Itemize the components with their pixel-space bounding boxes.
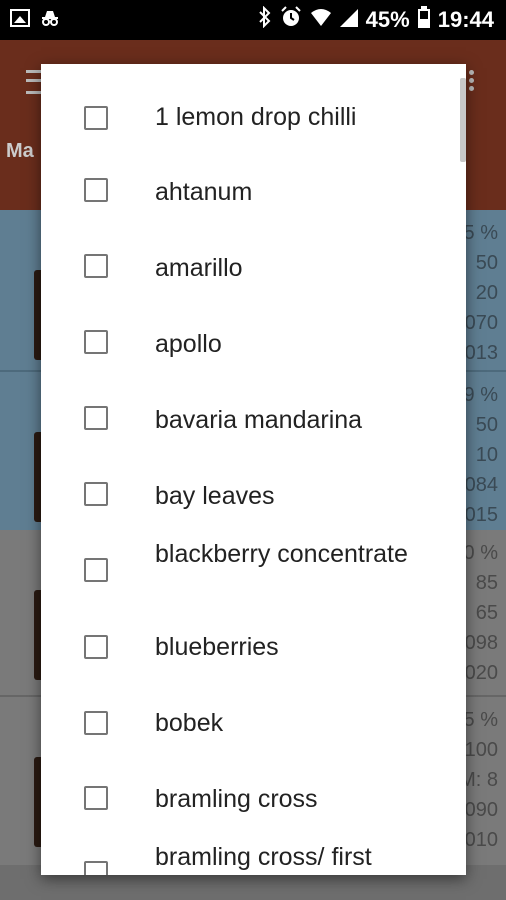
checkbox[interactable]: [84, 786, 108, 810]
checkbox[interactable]: [84, 711, 108, 735]
option-item[interactable]: blueberries: [41, 618, 466, 690]
overflow-menu-icon: [469, 70, 474, 75]
checkbox[interactable]: [84, 254, 108, 278]
option-label: blackberry concentrate: [155, 540, 408, 568]
toolbar-tab-text: Ma: [6, 140, 34, 162]
option-label: bramling cross: [155, 785, 318, 813]
option-label: apollo: [155, 330, 222, 358]
option-label: bavaria mandarina: [155, 406, 363, 434]
option-label: 1 lemon drop chilli: [155, 103, 357, 131]
option-item[interactable]: blackberry concentrate: [41, 538, 466, 618]
option-item[interactable]: bramling cross/ first: [41, 838, 466, 875]
option-item[interactable]: 1 lemon drop chilli: [41, 84, 466, 156]
checkbox[interactable]: [84, 558, 108, 582]
ingredient-select-dialog: 1 lemon drop chilli ahtanum amarillo apo…: [41, 64, 466, 875]
status-bar: 45% 19:44: [0, 0, 506, 40]
recipe-values: 5 % 50 20 070 013: [463, 222, 498, 364]
option-label: ahtanum: [155, 178, 253, 206]
status-right: 45% 19:44: [258, 5, 494, 34]
checkbox[interactable]: [84, 635, 108, 659]
recipe-values: 9 % 50 10 084 015: [463, 384, 498, 526]
clock: 19:44: [437, 7, 494, 32]
option-item[interactable]: amarillo: [41, 236, 466, 308]
battery-icon: [417, 6, 430, 34]
option-label: amarillo: [155, 254, 243, 282]
option-item[interactable]: bramling cross: [41, 770, 466, 842]
option-item[interactable]: bobek: [41, 694, 466, 766]
option-label: bramling cross/ first: [155, 843, 372, 871]
option-item[interactable]: ahtanum: [41, 160, 466, 232]
checkbox[interactable]: [84, 406, 108, 430]
recipe-values: 0 % 85 65 098 020: [463, 542, 498, 684]
wifi-icon: [310, 7, 332, 33]
battery-percent: 45%: [365, 7, 410, 32]
status-left: [10, 9, 60, 32]
incognito-icon: [40, 9, 60, 32]
checkbox[interactable]: [84, 482, 108, 506]
checkbox[interactable]: [84, 330, 108, 354]
checkbox[interactable]: [84, 178, 108, 202]
signal-icon: [339, 7, 358, 33]
checkbox[interactable]: [84, 861, 108, 875]
bluetooth-icon: [258, 5, 272, 34]
option-item[interactable]: bavaria mandarina: [41, 388, 466, 460]
option-item[interactable]: bay leaves: [41, 464, 466, 536]
option-label: bay leaves: [155, 482, 275, 510]
option-item[interactable]: apollo: [41, 312, 466, 384]
alarm-icon: [280, 6, 302, 34]
option-label: blueberries: [155, 633, 279, 661]
option-label: bobek: [155, 709, 224, 737]
image-icon: [10, 9, 30, 27]
checkbox[interactable]: [84, 106, 108, 130]
